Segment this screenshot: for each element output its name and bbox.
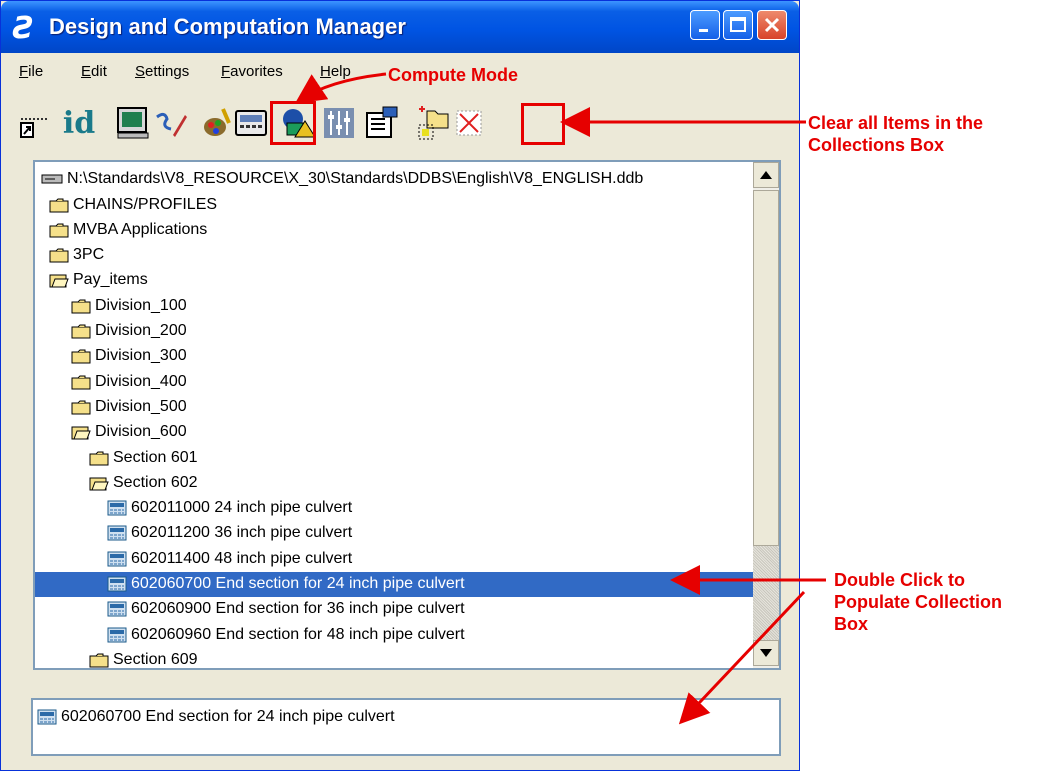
annotation-arrows xyxy=(295,72,826,725)
arrow-compute-mode xyxy=(295,72,387,104)
arrow-double-click-collection xyxy=(678,590,806,725)
